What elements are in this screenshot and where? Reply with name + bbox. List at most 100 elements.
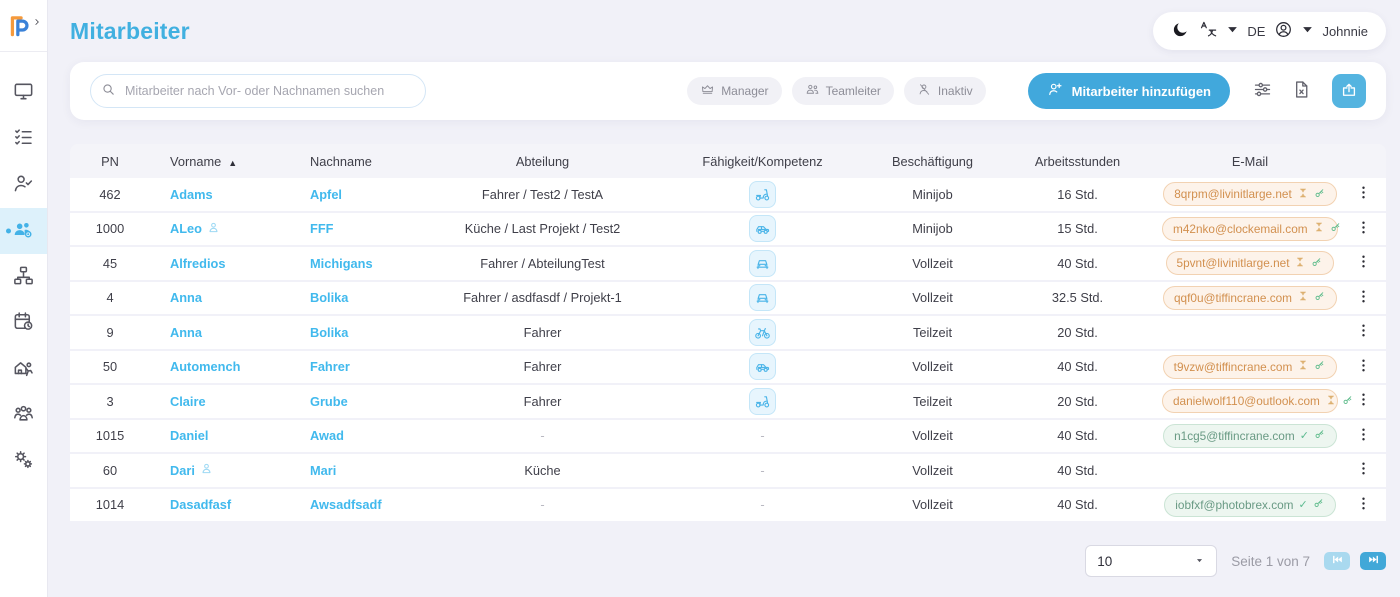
cell-skill (655, 319, 870, 346)
person-plus-icon (1047, 81, 1064, 101)
row-menu-button[interactable] (1355, 184, 1372, 201)
cell-pn: 1014 (70, 497, 150, 512)
column-header-Arbeitsstunden[interactable]: Arbeitsstunden (995, 154, 1160, 169)
hourglass-icon (1325, 394, 1337, 409)
key-icon[interactable] (1314, 290, 1326, 305)
row-menu-button[interactable] (1355, 288, 1372, 305)
vorname-link[interactable]: Automench (170, 359, 240, 374)
crown-icon (700, 82, 715, 100)
sliders-icon (1252, 79, 1273, 103)
cell-actions (1340, 184, 1386, 204)
key-icon[interactable] (1311, 256, 1323, 271)
column-header-Vorname[interactable]: Vorname▲ (150, 154, 290, 169)
sidebar-item-org-chart[interactable] (0, 254, 47, 300)
sidebar-item-calendar-clock[interactable] (0, 300, 47, 346)
sidebar-item-settings-gears[interactable] (0, 438, 47, 484)
vorname-link[interactable]: Anna (170, 290, 202, 305)
row-menu-button[interactable] (1355, 253, 1372, 270)
nachname-link[interactable]: Grube (310, 394, 348, 409)
key-icon[interactable] (1314, 359, 1326, 374)
row-menu-button[interactable] (1355, 219, 1372, 236)
row-menu-button[interactable] (1355, 460, 1372, 477)
nachname-link[interactable]: Bolika (310, 290, 348, 305)
sidebar-item-team[interactable] (0, 392, 47, 438)
add-employee-button[interactable]: Mitarbeiter hinzufügen (1028, 73, 1230, 109)
nachname-link[interactable]: Apfel (310, 187, 342, 202)
key-icon[interactable] (1313, 497, 1325, 512)
row-menu-button[interactable] (1355, 391, 1372, 408)
last-page-button[interactable] (1360, 552, 1386, 570)
cell-skill (655, 388, 870, 415)
page-size-value: 10 (1097, 554, 1112, 569)
sidebar-expand-button[interactable] (33, 18, 41, 34)
nachname-link[interactable]: Bolika (310, 325, 348, 340)
column-header-PN[interactable]: PN (70, 154, 150, 169)
row-menu-button[interactable] (1355, 322, 1372, 339)
filter-chip-teamleiter[interactable]: Teamleiter (792, 77, 894, 105)
email-pill[interactable]: iobfxf@photobrex.com✓ (1164, 493, 1335, 517)
email-pill[interactable]: n1cg5@tiffincrane.com✓ (1163, 424, 1337, 448)
scooter-icon (749, 388, 776, 415)
filter-chips: Manager Teamleiter Inaktiv (687, 77, 985, 105)
language-selector[interactable]: DE (1199, 20, 1265, 42)
vorname-link[interactable]: Alfredios (170, 256, 225, 271)
sidebar-item-checklist[interactable] (0, 116, 47, 162)
cell-nachname: Fahrer (290, 359, 430, 374)
column-header-Beschäftigung[interactable]: Beschäftigung (870, 154, 995, 169)
column-header-Abteilung[interactable]: Abteilung (430, 154, 655, 169)
vorname-link[interactable]: Dasadfasf (170, 497, 231, 512)
nachname-link[interactable]: Awad (310, 428, 344, 443)
upload-button[interactable] (1332, 74, 1366, 108)
cell-skill (655, 181, 870, 208)
first-page-button[interactable] (1324, 552, 1350, 570)
email-text: 8qrpm@livinitlarge.net (1174, 187, 1292, 201)
column-header-Nachname[interactable]: Nachname (290, 154, 430, 169)
email-pill[interactable]: danielwolf110@outlook.com (1162, 389, 1338, 413)
nachname-link[interactable]: Fahrer (310, 359, 350, 374)
email-pill[interactable]: 8qrpm@livinitlarge.net (1163, 182, 1337, 206)
nachname-link[interactable]: Awsadfsadf (310, 497, 382, 512)
column-settings-button[interactable] (1252, 79, 1273, 103)
sidebar-item-employees[interactable] (0, 208, 47, 254)
row-menu-button[interactable] (1355, 426, 1372, 443)
vorname-link[interactable]: Dari (170, 462, 213, 478)
person-slash-icon (917, 82, 932, 100)
cell-arbeitsstunden: 40 Std. (995, 497, 1160, 512)
vorname-link[interactable]: Adams (170, 187, 213, 202)
cell-arbeitsstunden: 16 Std. (995, 187, 1160, 202)
car-front-icon (749, 250, 776, 277)
filter-chip-inaktiv[interactable]: Inaktiv (904, 77, 986, 105)
email-pill[interactable]: t9vzw@tiffincrane.com (1163, 355, 1338, 379)
filter-chip-manager[interactable]: Manager (687, 77, 781, 105)
export-file-button[interactable] (1291, 79, 1312, 103)
nachname-link[interactable]: Michigans (310, 256, 373, 271)
page-size-select[interactable]: 10 (1085, 545, 1217, 577)
row-menu-button[interactable] (1355, 357, 1372, 374)
key-icon[interactable] (1314, 428, 1326, 443)
email-pill[interactable]: 5pvnt@livinitlarge.net (1166, 251, 1335, 275)
vorname-link[interactable]: Daniel (170, 428, 208, 443)
column-header-Fähigkeit/Kompetenz[interactable]: Fähigkeit/Kompetenz (655, 154, 870, 169)
cell-abteilung: - (430, 428, 655, 443)
hourglass-icon (1294, 256, 1306, 271)
vorname-link[interactable]: Claire (170, 394, 206, 409)
vorname-link[interactable]: Anna (170, 325, 202, 340)
email-pill[interactable]: m42nko@clockemail.com (1162, 217, 1338, 241)
sidebar-item-monitor[interactable] (0, 70, 47, 116)
sidebar-item-home-person[interactable] (0, 346, 47, 392)
search-input[interactable] (90, 74, 426, 108)
dark-mode-toggle[interactable] (1171, 20, 1190, 42)
key-icon[interactable] (1314, 187, 1326, 202)
column-header-E-Mail[interactable]: E-Mail (1160, 154, 1340, 169)
cell-pn: 9 (70, 325, 150, 340)
employees-icon (12, 218, 35, 244)
nachname-link[interactable]: FFF (310, 221, 333, 236)
sidebar-item-person-check[interactable] (0, 162, 47, 208)
user-menu[interactable]: Johnnie (1274, 20, 1368, 42)
nachname-link[interactable]: Mari (310, 463, 336, 478)
table-row: 60DariMariKüche-Vollzeit40 Std. (70, 454, 1386, 489)
email-pill[interactable]: qqf0u@tiffincrane.com (1163, 286, 1337, 310)
settings-gears-icon (12, 448, 35, 474)
vorname-link[interactable]: ALeo (170, 221, 220, 237)
row-menu-button[interactable] (1355, 495, 1372, 512)
